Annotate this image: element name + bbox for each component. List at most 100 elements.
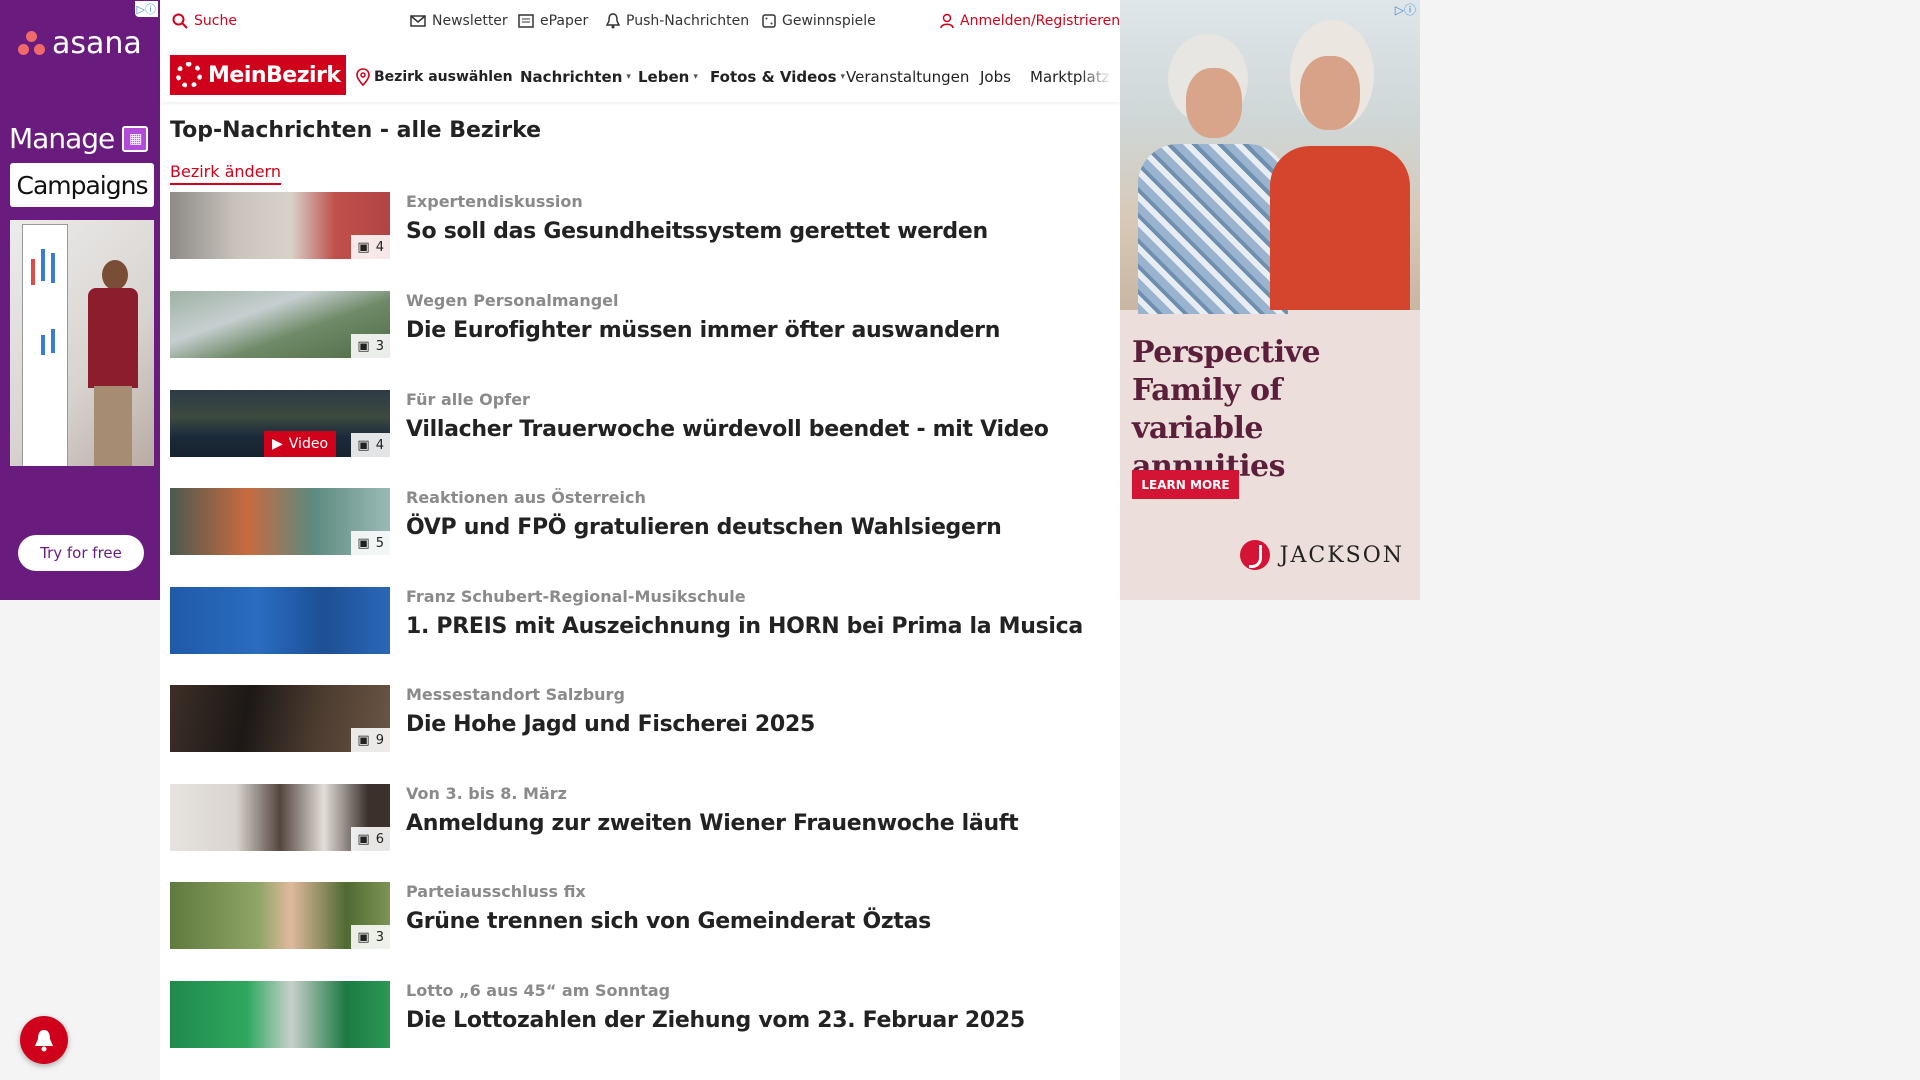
grid-icon: ▦: [122, 125, 149, 152]
photo-count: 5: [375, 535, 384, 551]
page-title: Top-Nachrichten - alle Bezirke: [170, 118, 542, 143]
article-headline[interactable]: So soll das Gesundheitssystem gerettet w…: [406, 219, 988, 244]
adchoices-icon[interactable]: ▷ⓘ: [1395, 1, 1416, 18]
search-label: Suche: [194, 13, 237, 29]
article-item[interactable]: Lotto „6 aus 45“ am Sonntag Die Lottozah…: [170, 981, 1070, 1049]
chevron-down-icon: ▾: [626, 72, 631, 82]
photo-count-badge: ▣ 5: [351, 531, 390, 555]
photo-count-badge: ▣ 9: [351, 728, 390, 752]
ad-manage-text: Manage ▦: [9, 122, 149, 155]
district-select[interactable]: Bezirk auswählen: [356, 68, 513, 86]
nav-label: Veranstaltungen: [846, 68, 970, 86]
meinbezirk-logo[interactable]: MeinBezirk: [170, 55, 346, 95]
newsletter-link[interactable]: Newsletter: [410, 13, 508, 29]
push-link[interactable]: Push-Nachrichten: [606, 13, 749, 29]
ad-left-asana[interactable]: ▷ⓘ asana Manage ▦ Campaigns Try for free: [0, 0, 160, 600]
games-link[interactable]: Gewinnspiele: [762, 13, 876, 29]
login-label: Anmelden/Registrieren: [960, 13, 1121, 29]
article-kicker: Für alle Opfer: [406, 390, 530, 409]
photo-count-badge: ▣ 6: [351, 827, 390, 851]
article-thumbnail[interactable]: ▣ 3: [170, 882, 390, 949]
article-headline[interactable]: Grüne trennen sich von Gemeinderat Öztas: [406, 909, 931, 934]
mail-icon: [410, 15, 426, 27]
try-for-free-button[interactable]: Try for free: [18, 535, 144, 571]
chevron-down-icon: ▾: [840, 72, 846, 82]
article-headline[interactable]: ÖVP und FPÖ gratulieren deutschen Wahlsi…: [406, 515, 1002, 540]
ad-presenter-photo: [10, 220, 154, 466]
gallery-icon: ▣: [357, 732, 370, 748]
article-headline[interactable]: Die Lottozahlen der Ziehung vom 23. Febr…: [406, 1008, 1025, 1033]
article-headline[interactable]: Villacher Trauerwoche würdevoll beendet …: [406, 417, 1049, 442]
article-item[interactable]: ▣ 3 Parteiausschluss fix Grüne trennen si…: [170, 882, 1070, 950]
article-thumbnail[interactable]: ▣ 4: [170, 192, 390, 259]
ad-campaigns-box: Campaigns: [10, 163, 154, 207]
article-kicker: Von 3. bis 8. März: [406, 784, 567, 803]
nav-nachrichten[interactable]: Nachrichten ▾: [520, 68, 631, 86]
notification-bell-button[interactable]: [20, 1016, 68, 1064]
gallery-icon: ▣: [357, 338, 370, 354]
nav-jobs[interactable]: Jobs: [980, 68, 1011, 86]
logo-ring-icon: [176, 62, 202, 88]
ad-couple-photo: [1120, 0, 1420, 314]
article-item[interactable]: ▶ Video ▣ 4 Für alle Opfer Villacher Traue…: [170, 390, 1070, 458]
newsletter-label: Newsletter: [432, 13, 508, 29]
adchoices-icon[interactable]: ▷ⓘ: [134, 1, 158, 17]
article-headline[interactable]: Die Eurofighter müssen immer öfter auswa…: [406, 318, 1000, 343]
article-headline[interactable]: Die Hohe Jagd und Fischerei 2025: [406, 712, 815, 737]
newspaper-icon: [518, 14, 534, 28]
photo-count: 9: [375, 732, 384, 748]
epaper-link[interactable]: ePaper: [518, 13, 588, 29]
article-thumbnail[interactable]: ▶ Video ▣ 4: [170, 390, 390, 457]
nav-fade: [1080, 52, 1120, 102]
article-thumbnail[interactable]: ▣ 5: [170, 488, 390, 555]
search-link[interactable]: Suche: [172, 13, 237, 29]
article-thumbnail[interactable]: [170, 587, 390, 654]
article-thumbnail[interactable]: ▣ 9: [170, 685, 390, 752]
bell-icon: [606, 13, 620, 29]
photo-count: 4: [375, 239, 384, 255]
nav-fotos-videos[interactable]: Fotos & Videos ▾: [710, 68, 845, 86]
login-link[interactable]: Anmelden/Registrieren: [940, 13, 1120, 29]
ad-right-jackson[interactable]: ▷ⓘ Perspective Family of variable annuit…: [1120, 0, 1420, 600]
article-item[interactable]: ▣ 5 Reaktionen aus Österreich ÖVP und FPÖ…: [170, 488, 1070, 556]
district-label: Bezirk auswählen: [374, 69, 513, 85]
article-kicker: Messestandort Salzburg: [406, 685, 625, 704]
top-utility-bar: Suche Newsletter ePaper Push-Nachrichten…: [160, 0, 1120, 46]
nav-label: Jobs: [980, 68, 1011, 86]
gallery-icon: ▣: [357, 535, 370, 551]
photo-count-badge: ▣ 4: [351, 235, 390, 259]
article-kicker: Expertendiskussion: [406, 192, 583, 211]
logo-text: MeinBezirk: [208, 62, 341, 88]
article-item[interactable]: ▣ 4 Expertendiskussion So soll das Gesund…: [170, 192, 1070, 260]
gallery-icon: ▣: [357, 239, 370, 255]
nav-leben[interactable]: Leben ▾: [638, 68, 698, 86]
ad-headline: Perspective Family of variable annuities: [1132, 335, 1321, 484]
article-thumbnail[interactable]: ▣ 3: [170, 291, 390, 358]
jackson-brand: JACKSON: [1279, 542, 1404, 568]
epaper-label: ePaper: [540, 13, 589, 29]
person-figure: [1260, 20, 1410, 310]
nav-label: Nachrichten: [520, 68, 623, 86]
main-nav: MeinBezirk Bezirk auswählen Nachrichten ▾…: [160, 52, 1120, 102]
photo-count-badge: ▣ 4: [351, 433, 390, 457]
nav-label: Fotos & Videos: [710, 68, 837, 86]
article-kicker: Reaktionen aus Österreich: [406, 488, 646, 507]
article-kicker: Franz Schubert-Regional-Musikschule: [406, 587, 746, 606]
search-icon: [172, 13, 188, 29]
article-item[interactable]: ▣ 6 Von 3. bis 8. März Anmeldung zur zwei…: [170, 784, 1070, 852]
article-item[interactable]: ▣ 9 Messestandort Salzburg Die Hohe Jagd …: [170, 685, 1070, 753]
dice-icon: [762, 14, 776, 28]
article-thumbnail[interactable]: [170, 981, 390, 1048]
learn-more-button[interactable]: LEARN MORE: [1132, 470, 1239, 499]
article-headline[interactable]: 1. PREIS mit Auszeichnung in HORN bei Pr…: [406, 614, 1083, 639]
change-district-link[interactable]: Bezirk ändern: [170, 162, 281, 185]
gallery-icon: ▣: [357, 831, 370, 847]
article-item[interactable]: Franz Schubert-Regional-Musikschule 1. P…: [170, 587, 1083, 655]
video-label: Video: [288, 436, 329, 452]
gallery-icon: ▣: [357, 437, 370, 453]
photo-count: 6: [375, 831, 384, 847]
article-item[interactable]: ▣ 3 Wegen Personalmangel Die Eurofighter …: [170, 291, 1070, 359]
nav-veranstaltungen[interactable]: Veranstaltungen: [846, 68, 969, 86]
article-headline[interactable]: Anmeldung zur zweiten Wiener Frauenwoche…: [406, 811, 1019, 836]
article-thumbnail[interactable]: ▣ 6: [170, 784, 390, 851]
